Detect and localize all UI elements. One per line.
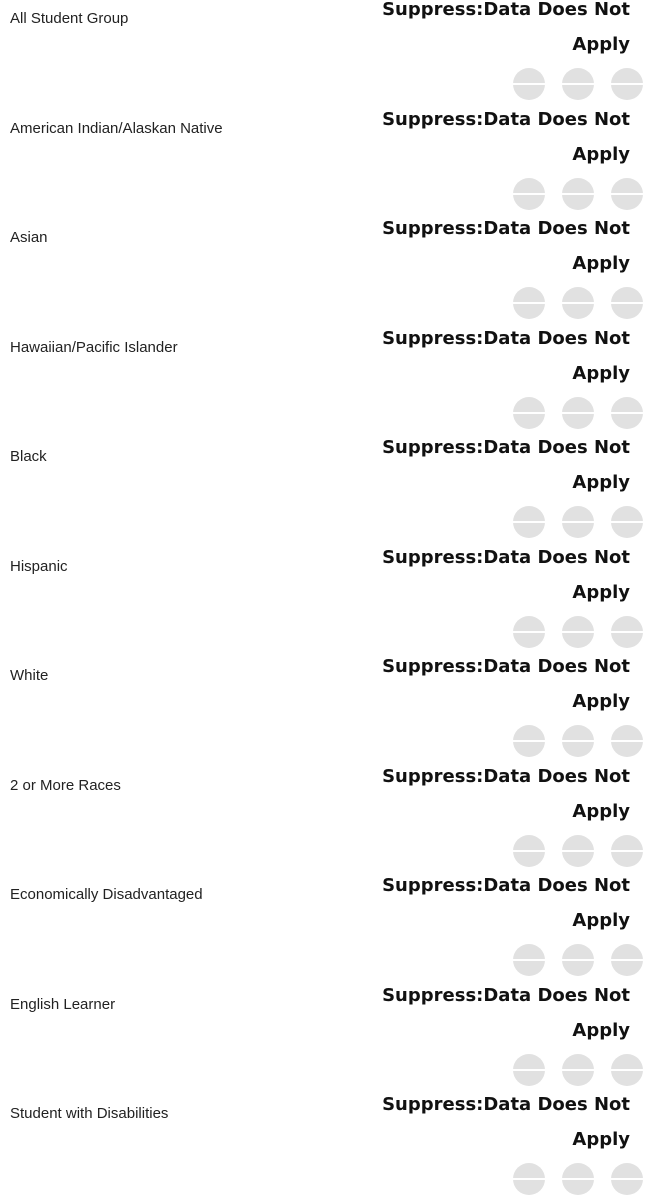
page: { "status_text": "Suppress:Data Does Not…: [0, 0, 652, 1195]
indicator-group: [513, 1163, 652, 1195]
student-group-row: All Student Group Suppress:Data Does Not…: [0, 0, 652, 100]
student-group-row: Black Suppress:Data Does Not Apply: [0, 367, 652, 538]
student-group-row: Asian Suppress:Data Does Not Apply: [0, 148, 652, 319]
student-group-label: Hispanic: [10, 557, 68, 575]
student-group-row: American Indian/Alaskan Native Suppress:…: [0, 39, 652, 210]
student-group-label: Student with Disabilities: [10, 1105, 169, 1122]
student-group-label: Economically Disadvantaged: [10, 886, 203, 903]
student-group-row: White Suppress:Data Does Not Apply: [0, 586, 652, 757]
student-group-row: Student with Disabilities Suppress:Data …: [0, 1024, 652, 1195]
student-group-row: Hispanic Suppress:Data Does Not Apply: [0, 477, 652, 648]
student-group-label: American Indian/Alaskan Native: [10, 119, 223, 137]
student-group-label: Asian: [10, 229, 48, 246]
suppression-status: Suppress:Data Does Not Apply: [382, 1094, 630, 1150]
student-group-label: Hawaiian/Pacific Islander: [10, 338, 178, 356]
student-group-row: Economically Disadvantaged Suppress:Data…: [0, 805, 652, 976]
student-group-row: English Learner Suppress:Data Does Not A…: [0, 915, 652, 1086]
student-group-label: English Learner: [10, 995, 116, 1013]
minus-circle-icon: [611, 1163, 643, 1195]
minus-circle-icon: [562, 1163, 594, 1195]
student-group-label: 2 or More Races: [10, 776, 121, 794]
student-group-label: All Student Group: [10, 10, 129, 27]
student-group-row: Hawaiian/Pacific Islander Suppress:Data …: [0, 258, 652, 429]
student-group-label: White: [10, 667, 49, 684]
minus-circle-icon: [513, 1163, 545, 1195]
student-group-label: Black: [10, 448, 47, 465]
student-group-row: 2 or More Races Suppress:Data Does Not A…: [0, 696, 652, 867]
student-group-list: All Student Group Suppress:Data Does Not…: [0, 0, 652, 1195]
